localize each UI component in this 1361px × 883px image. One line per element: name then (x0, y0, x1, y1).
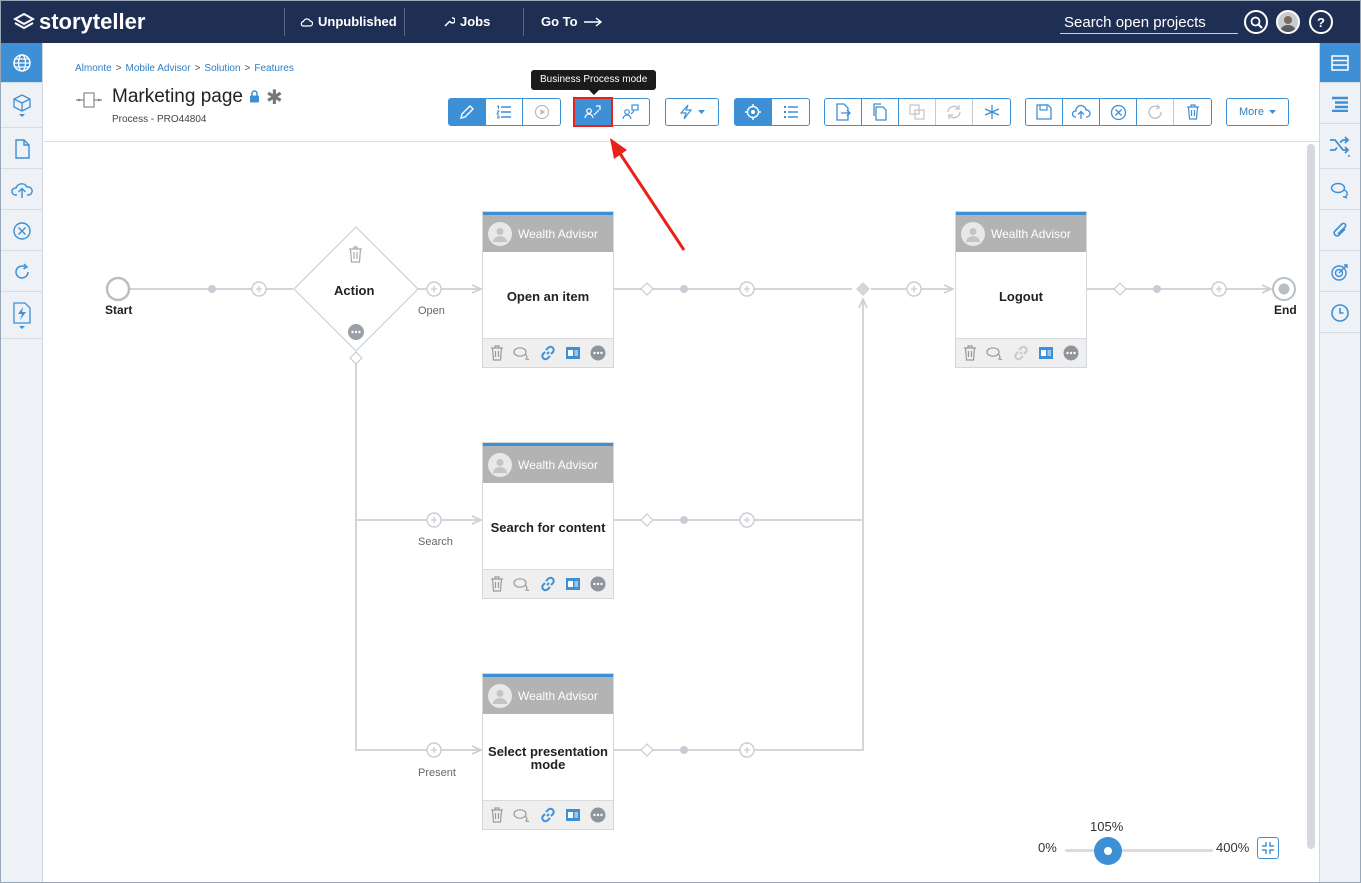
link-icon[interactable] (1013, 345, 1029, 361)
actor-avatar-icon (488, 452, 512, 477)
link-icon[interactable] (540, 345, 556, 361)
details-icon[interactable] (1038, 346, 1054, 360)
task-title: Select presentation mode (488, 744, 608, 772)
zoom-max: 400% (1216, 840, 1250, 855)
zoom-slider-handle[interactable] (1094, 837, 1122, 865)
user-task[interactable]: Wealth Advisor Open an item (482, 211, 614, 368)
connector-dot (680, 746, 688, 754)
end-event-core (1278, 283, 1290, 295)
comments-icon[interactable] (513, 577, 531, 591)
comments-icon[interactable] (513, 346, 531, 360)
connector-dot (680, 516, 688, 524)
link-diamond[interactable] (349, 351, 363, 365)
link-diamond[interactable] (640, 513, 654, 527)
decision-label: Action (334, 283, 375, 298)
user-task[interactable]: Wealth Advisor Select presentation mode (482, 673, 614, 830)
collapse-icon (1262, 842, 1274, 854)
fit-to-screen-button[interactable] (1257, 837, 1279, 859)
vertical-scrollbar[interactable] (1307, 144, 1315, 849)
actor-role: Wealth Advisor (518, 457, 598, 472)
user-task[interactable]: Wealth Advisor Search for content (482, 442, 614, 599)
merge-point (856, 282, 870, 296)
link-icon[interactable] (540, 576, 556, 592)
branch-label: Open (418, 305, 445, 317)
branch-label: Search (418, 536, 453, 548)
actor-avatar-icon (488, 221, 512, 246)
details-icon[interactable] (565, 577, 581, 591)
trash-icon[interactable] (490, 576, 504, 592)
actor-avatar-icon (488, 683, 512, 708)
task-header: Wealth Advisor (483, 443, 613, 483)
link-diamond[interactable] (1113, 282, 1127, 296)
details-icon[interactable] (565, 346, 581, 360)
task-actions (483, 800, 613, 829)
task-title: Open an item (506, 288, 590, 304)
diagram-connectors (105, 138, 1296, 758)
actor-role: Wealth Advisor (991, 226, 1071, 241)
start-label: Start (105, 303, 133, 317)
zoom-slider-track[interactable] (1065, 849, 1213, 852)
more-options-icon[interactable] (590, 576, 606, 592)
actor-role: Wealth Advisor (518, 688, 598, 703)
task-header: Wealth Advisor (483, 212, 613, 252)
branch-label: Present (418, 767, 456, 779)
task-title: Search for content (490, 519, 606, 535)
connector (355, 359, 480, 750)
task-actions (483, 338, 613, 367)
task-actions (956, 338, 1086, 367)
annotation-arrow (615, 148, 686, 251)
zoom-min: 0% (1038, 840, 1057, 855)
details-icon[interactable] (565, 808, 581, 822)
connector-dot (1153, 285, 1161, 293)
task-title: Logout (998, 288, 1044, 304)
link-diamond[interactable] (640, 282, 654, 296)
actor-avatar-icon (961, 221, 985, 246)
connector-dot (680, 285, 688, 293)
link-icon[interactable] (540, 807, 556, 823)
app-window: storyteller Unpublished Jobs Go To ? (0, 0, 1361, 883)
more-options-icon[interactable] (1063, 345, 1079, 361)
connector-dot (208, 285, 216, 293)
more-options-icon[interactable] (590, 345, 606, 361)
trash-icon[interactable] (963, 345, 977, 361)
annotation-arrowhead (610, 138, 627, 159)
trash-icon[interactable] (490, 807, 504, 823)
trash-icon[interactable] (490, 345, 504, 361)
comments-icon[interactable] (513, 808, 531, 822)
comments-icon[interactable] (986, 346, 1004, 360)
start-event[interactable] (105, 276, 131, 302)
link-diamond[interactable] (640, 743, 654, 757)
task-actions (483, 569, 613, 598)
end-label: End (1274, 303, 1297, 317)
user-task[interactable]: Wealth Advisor Logout (955, 211, 1087, 368)
zoom-current: 105% (1090, 819, 1124, 834)
task-header: Wealth Advisor (956, 212, 1086, 252)
connector (614, 300, 863, 751)
more-options-icon[interactable] (590, 807, 606, 823)
actor-role: Wealth Advisor (518, 226, 598, 241)
task-header: Wealth Advisor (483, 674, 613, 714)
